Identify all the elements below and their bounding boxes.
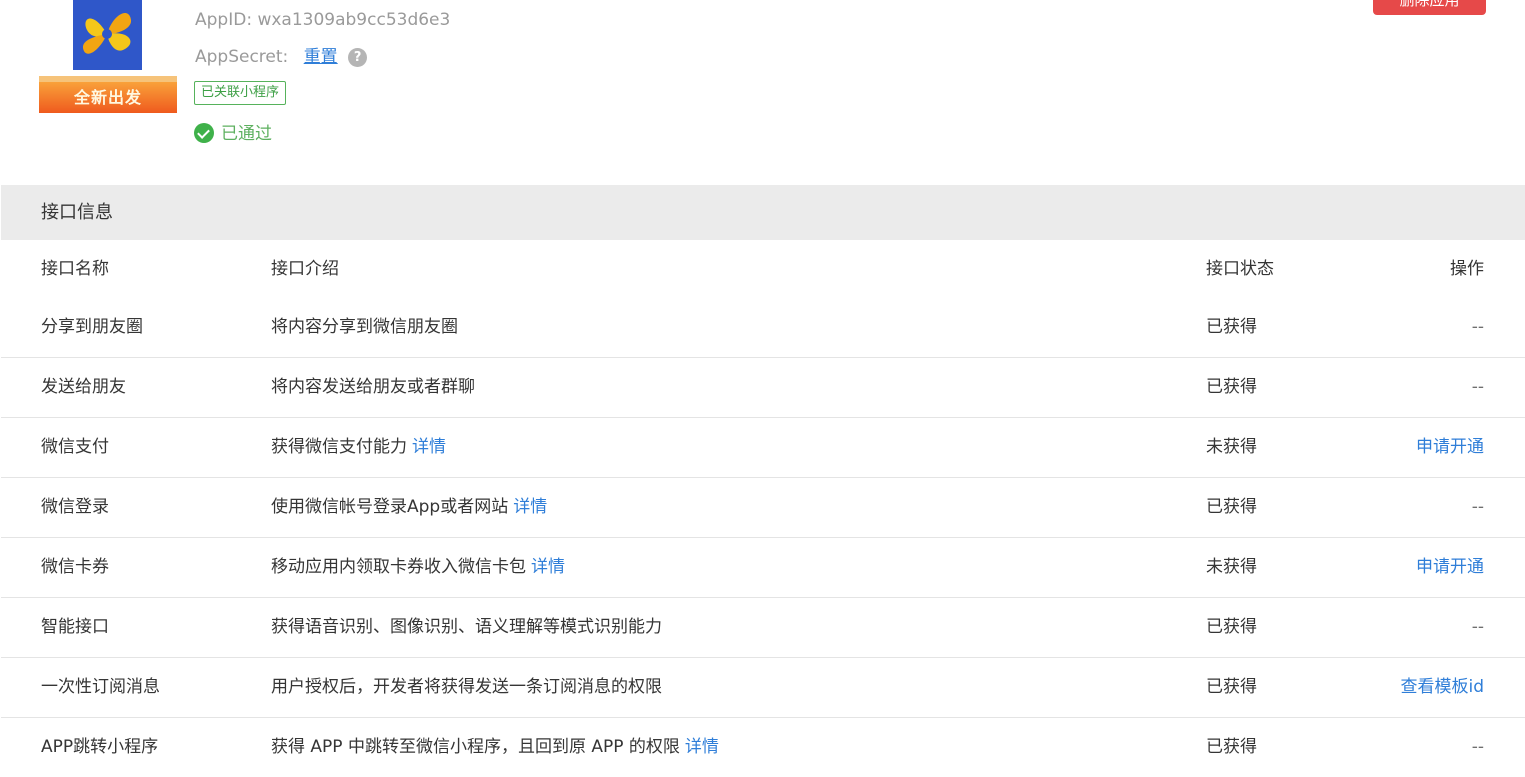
column-header-desc: 接口介绍 [271, 259, 339, 279]
linked-miniprogram-tag: 已关联小程序 [194, 81, 287, 105]
interface-section-header: 接口信息 [1, 185, 1525, 240]
table-row: APP跳转小程序 获得 APP 中跳转至微信小程序，且回到原 APP 的权限 详情… [1, 718, 1525, 777]
interface-action: -- [1471, 377, 1484, 397]
column-header-status: 接口状态 [1206, 259, 1274, 279]
apply-open-link[interactable]: 申请开通 [1416, 418, 1484, 476]
interface-status: 已获得 [1206, 737, 1257, 757]
interface-name: 发送给朋友 [41, 377, 126, 397]
appid-value: wxa1309ab9cc53d6e3 [257, 10, 451, 30]
interface-name: 微信卡券 [41, 557, 109, 577]
app-info-panel: 全新出发 AppID: wxa1309ab9cc53d6e3 AppSecret… [0, 0, 1525, 185]
apply-open-link[interactable]: 申请开通 [1416, 538, 1484, 596]
interface-desc: 用户授权后，开发者将获得发送一条订阅消息的权限 [271, 658, 662, 716]
interface-desc-text: 移动应用内领取卡券收入微信卡包 [271, 557, 526, 577]
table-row: 微信登录 使用微信帐号登录App或者网站 详情 已获得 -- [1, 478, 1525, 538]
review-status-text: 已通过 [221, 124, 272, 144]
interface-desc-text: 使用微信帐号登录App或者网站 [271, 497, 509, 517]
interface-desc-text: 获得 APP 中跳转至微信小程序，且回到原 APP 的权限 [271, 737, 680, 757]
detail-link[interactable]: 详情 [412, 437, 446, 457]
table-row: 分享到朋友圈 将内容分享到微信朋友圈 已获得 -- [1, 298, 1525, 358]
interface-desc: 将内容发送给朋友或者群聊 [271, 358, 475, 416]
interface-desc-text: 获得微信支付能力 [271, 437, 407, 457]
detail-link[interactable]: 详情 [513, 497, 547, 517]
app-icon-image [73, 0, 142, 70]
interface-name: 分享到朋友圈 [41, 317, 143, 337]
column-header-action: 操作 [1450, 259, 1484, 279]
interface-desc: 获得语音识别、图像识别、语义理解等模式识别能力 [271, 598, 662, 656]
interface-desc: 获得 APP 中跳转至微信小程序，且回到原 APP 的权限 详情 [271, 718, 719, 776]
reset-secret-link[interactable]: 重置 [304, 47, 338, 67]
appid-row: AppID: wxa1309ab9cc53d6e3 [195, 10, 450, 30]
interface-action: -- [1471, 317, 1484, 337]
interface-status: 未获得 [1206, 557, 1257, 577]
interface-desc-text: 获得语音识别、图像识别、语义理解等模式识别能力 [271, 617, 662, 637]
appsecret-label: AppSecret: [195, 47, 289, 67]
delete-app-label: 删除应用 [1399, 0, 1460, 9]
appsecret-row: AppSecret: 重置 ? [195, 42, 368, 67]
interface-desc-text: 将内容发送给朋友或者群聊 [271, 377, 475, 397]
interface-name: 微信登录 [41, 497, 109, 517]
app-name-clipped [195, 0, 285, 2]
view-template-id-link[interactable]: 查看模板id [1400, 658, 1484, 716]
interface-name: 微信支付 [41, 437, 109, 457]
section-title: 接口信息 [41, 202, 113, 223]
interface-status: 已获得 [1206, 617, 1257, 637]
interface-name: 智能接口 [41, 617, 109, 637]
interface-status: 已获得 [1206, 317, 1257, 337]
interface-desc-text: 将内容分享到微信朋友圈 [271, 317, 458, 337]
detail-link[interactable]: 详情 [531, 557, 565, 577]
table-row: 智能接口 获得语音识别、图像识别、语义理解等模式识别能力 已获得 -- [1, 598, 1525, 658]
interface-status: 已获得 [1206, 497, 1257, 517]
interface-status: 已获得 [1206, 677, 1257, 697]
delete-app-button[interactable]: 删除应用 [1373, 0, 1486, 15]
table-row: 微信支付 获得微信支付能力 详情 未获得 申请开通 [1, 418, 1525, 478]
interface-status: 未获得 [1206, 437, 1257, 457]
interface-desc: 使用微信帐号登录App或者网站 详情 [271, 478, 547, 536]
logo-ribbon: 全新出发 [39, 82, 177, 113]
table-row: 一次性订阅消息 用户授权后，开发者将获得发送一条订阅消息的权限 已获得 查看模板… [1, 658, 1525, 718]
interface-desc-text: 用户授权后，开发者将获得发送一条订阅消息的权限 [271, 677, 662, 697]
app-logo: 全新出发 [39, 0, 177, 113]
interface-action: -- [1471, 737, 1484, 757]
interface-name: 一次性订阅消息 [41, 677, 160, 697]
column-header-name: 接口名称 [41, 259, 109, 279]
interface-status: 已获得 [1206, 377, 1257, 397]
table-header-row: 接口名称 接口介绍 接口状态 操作 [1, 240, 1525, 298]
detail-link[interactable]: 详情 [685, 737, 719, 757]
table-row: 微信卡券 移动应用内领取卡券收入微信卡包 详情 未获得 申请开通 [1, 538, 1525, 598]
interface-action: -- [1471, 617, 1484, 637]
interface-desc: 移动应用内领取卡券收入微信卡包 详情 [271, 538, 565, 596]
interface-desc: 将内容分享到微信朋友圈 [271, 298, 458, 356]
interface-name: APP跳转小程序 [41, 737, 159, 757]
table-row: 发送给朋友 将内容发送给朋友或者群聊 已获得 -- [1, 358, 1525, 418]
appid-label: AppID: [195, 10, 253, 30]
interface-action: -- [1471, 497, 1484, 517]
help-icon[interactable]: ? [348, 48, 368, 67]
interface-desc: 获得微信支付能力 详情 [271, 418, 446, 476]
check-circle-icon [194, 123, 214, 143]
interface-table: 接口名称 接口介绍 接口状态 操作 分享到朋友圈 将内容分享到微信朋友圈 已获得… [1, 240, 1525, 777]
review-status: 已通过 [194, 122, 272, 146]
